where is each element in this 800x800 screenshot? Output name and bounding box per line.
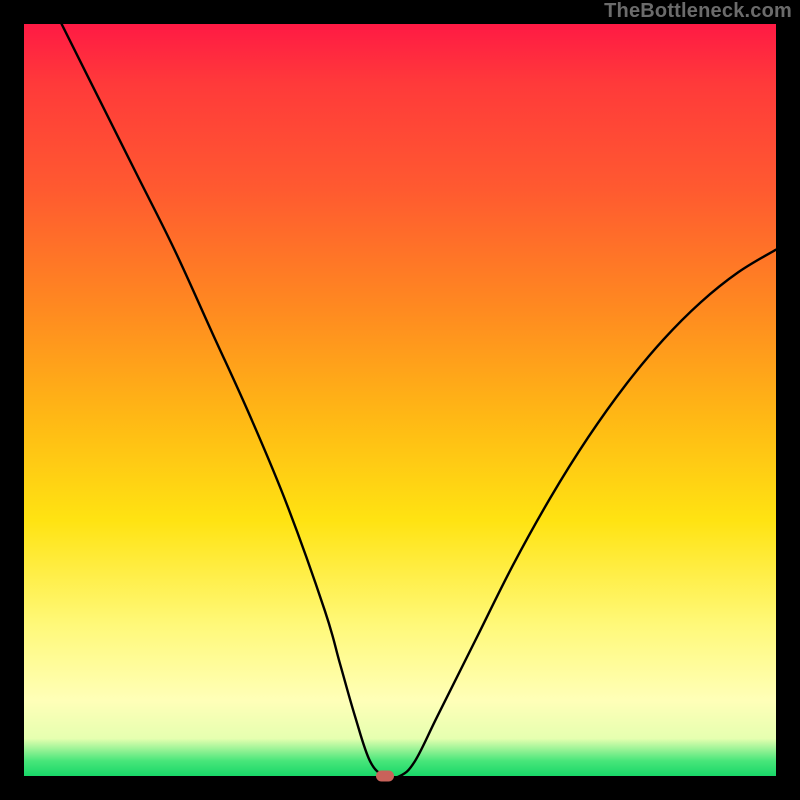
chart-container: TheBottleneck.com — [0, 0, 800, 800]
minimum-marker — [376, 771, 394, 782]
bottleneck-curve — [24, 24, 776, 776]
watermark-text: TheBottleneck.com — [604, 0, 792, 23]
plot-area — [24, 24, 776, 776]
